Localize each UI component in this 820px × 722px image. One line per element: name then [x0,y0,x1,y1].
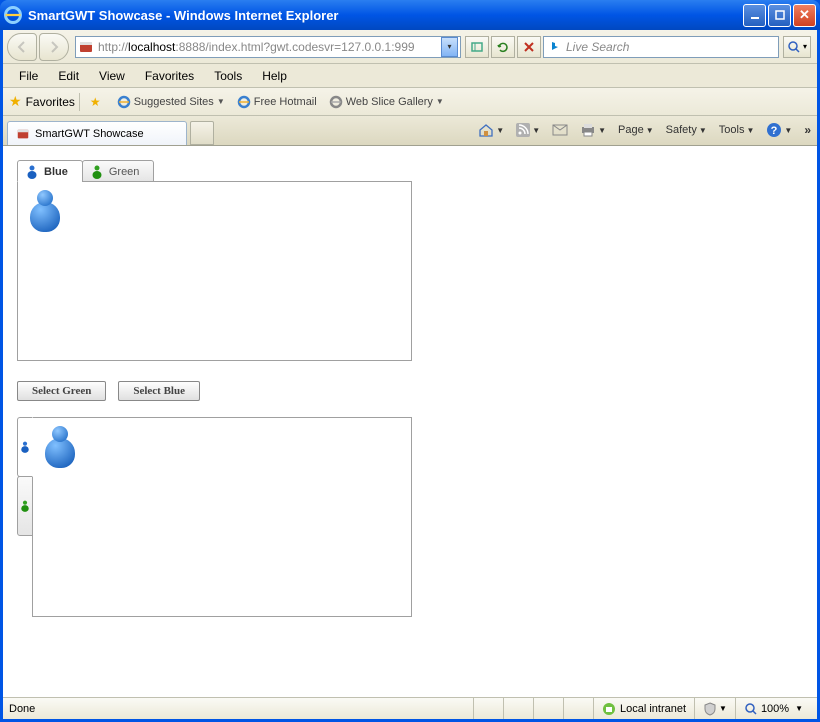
select-green-button[interactable]: Select Green [17,381,106,401]
print-icon [580,123,596,137]
security-zone[interactable]: Local intranet [593,698,694,719]
page-menu[interactable]: Page▼ [614,122,658,138]
pawn-blue-large-icon [26,190,64,234]
stop-button[interactable] [517,36,541,58]
menu-help[interactable]: Help [252,66,297,86]
url-field[interactable]: http://localhost:8888/index.html?gwt.cod… [75,36,461,58]
svg-text:?: ? [771,125,778,137]
ie-icon [117,95,131,109]
top-tab-pane [17,181,412,361]
favicon-icon [78,39,94,55]
magnifier-icon [787,40,801,54]
favicon-icon [16,127,30,141]
safety-menu[interactable]: Safety▼ [662,122,711,138]
web-slice-link[interactable]: Web Slice Gallery▼ [323,93,450,111]
minimize-button[interactable] [743,4,766,27]
tools-menu[interactable]: Tools▼ [715,122,759,138]
menu-file[interactable]: File [9,66,48,86]
menu-view[interactable]: View [89,66,135,86]
suggested-sites-link[interactable]: Suggested Sites▼ [111,93,231,111]
help-icon: ? [766,122,782,138]
close-button[interactable]: ✕ [793,4,816,27]
free-hotmail-link[interactable]: Free Hotmail [231,93,323,111]
pawn-blue-icon [20,441,30,453]
arrow-right-icon [46,39,62,55]
ie-logo-icon [4,6,22,24]
pawn-blue-icon [26,165,38,179]
back-button[interactable] [7,33,37,61]
compat-view-button[interactable] [465,36,489,58]
favorites-button[interactable]: Favorites [26,95,75,109]
print-button[interactable]: ▼ [576,121,610,139]
bing-icon [548,40,562,54]
menu-bar: File Edit View Favorites Tools Help [3,64,817,88]
arrow-left-icon [14,39,30,55]
home-icon [478,122,494,138]
mail-button[interactable] [548,122,572,138]
favorites-bar: ★ Favorites ★ Suggested Sites▼ Free Hotm… [3,88,817,116]
menu-tools[interactable]: Tools [204,66,252,86]
pawn-green-icon [91,165,103,179]
ie-icon [329,95,343,109]
select-blue-button[interactable]: Select Blue [118,381,200,401]
refresh-icon [496,40,510,54]
side-tabset [17,417,412,617]
tab-green[interactable]: Green [82,160,155,182]
help-button[interactable]: ?▼ [762,120,796,140]
browser-tab[interactable]: SmartGWT Showcase [7,121,187,145]
page-content: Blue Green Select Green Select Blue [3,146,817,697]
menu-edit[interactable]: Edit [48,66,89,86]
refresh-button[interactable] [491,36,515,58]
menu-favorites[interactable]: Favorites [135,66,204,86]
status-text: Done [9,703,35,715]
tab-blue[interactable]: Blue [17,160,83,182]
top-tabset: Blue Green [17,160,412,361]
compat-icon [470,40,484,54]
search-button[interactable]: ▾ [783,36,811,58]
rss-icon [516,123,530,137]
window-titlebar: SmartGWT Showcase - Windows Internet Exp… [0,0,820,30]
star-add-icon: ★ [90,95,101,109]
browser-tab-row: SmartGWT Showcase ▼ ▼ ▼ Page▼ Safety▼ To… [3,116,817,146]
protected-mode[interactable]: ▼ [694,698,735,719]
mail-icon [552,124,568,136]
star-icon: ★ [9,93,22,110]
feeds-button[interactable]: ▼ [512,121,544,139]
window-title: SmartGWT Showcase - Windows Internet Exp… [28,8,339,23]
forward-button[interactable] [39,33,69,61]
url-dropdown[interactable]: ▾ [441,37,458,57]
url-text: http://localhost:8888/index.html?gwt.cod… [98,40,441,54]
stop-icon [523,41,535,53]
ie-icon [237,95,251,109]
address-bar: http://localhost:8888/index.html?gwt.cod… [3,30,817,64]
home-button[interactable]: ▼ [474,120,508,140]
new-tab-button[interactable] [190,121,214,145]
pawn-blue-large-icon [41,426,79,470]
add-to-favorites-button[interactable]: ★ [84,93,111,111]
pawn-green-icon [20,500,30,512]
status-bar: Done Local intranet ▼ 100% ▼ [3,697,817,719]
chevron-right-icon[interactable]: » [804,123,811,137]
side-tab-green[interactable] [17,476,33,536]
side-tab-blue[interactable] [17,417,33,477]
maximize-button[interactable] [768,4,791,27]
search-field[interactable]: Live Search [543,36,779,58]
side-tab-pane [32,417,412,617]
zoom-control[interactable]: 100% ▼ [735,698,811,719]
